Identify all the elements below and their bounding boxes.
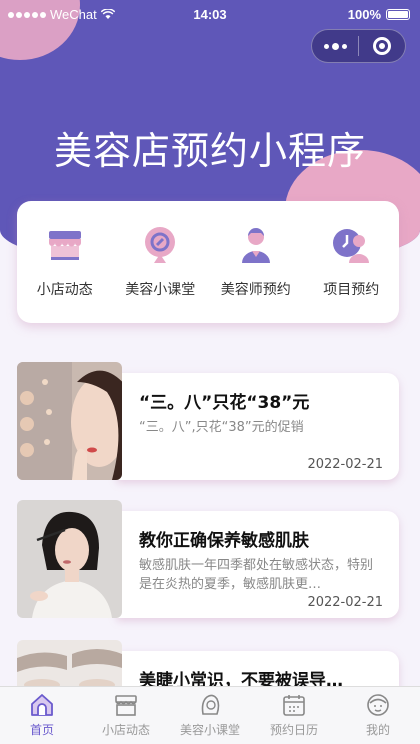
article-title: “三。八”只花“38”元 bbox=[139, 393, 310, 413]
article-title: 教你正确保养敏感肌肤 bbox=[139, 531, 309, 551]
tab-label: 美容小课堂 bbox=[179, 723, 240, 737]
article-thumbnail bbox=[17, 500, 122, 618]
tab-label: 首页 bbox=[29, 723, 54, 737]
article-item[interactable]: 教你正确保养敏感肌肤 敏感肌肤一年四季都处在敏感状态，特别是在炎热的夏季，敏感肌… bbox=[17, 500, 399, 618]
appointment-icon bbox=[333, 229, 370, 263]
tab-profile[interactable]: 我的 bbox=[336, 687, 420, 744]
tab-beauty-class[interactable]: 美容小课堂 bbox=[168, 687, 252, 744]
home-icon bbox=[31, 694, 53, 716]
class-icon bbox=[145, 227, 176, 263]
battery-percent: 100% bbox=[347, 7, 381, 22]
article-date: 2022-02-21 bbox=[307, 595, 383, 610]
class-tab-icon bbox=[201, 694, 220, 715]
menu-item-service-booking[interactable]: 项目预约 bbox=[304, 201, 400, 323]
profile-icon bbox=[367, 694, 389, 716]
miniprogram-capsule bbox=[311, 29, 406, 63]
menu-item-label: 小店动态 bbox=[36, 282, 93, 298]
battery-icon bbox=[386, 9, 410, 20]
close-miniprogram-button[interactable] bbox=[359, 37, 405, 55]
menu-item-shop-news[interactable]: 小店动态 bbox=[17, 201, 113, 323]
article-card: “三。八”只花“38”元 “三。八”,只花“38”元的促销 2022-02-21 bbox=[117, 373, 399, 480]
page-title: 美容店预约小程序 bbox=[53, 129, 366, 173]
more-options-button[interactable] bbox=[312, 42, 358, 50]
shop-icon bbox=[48, 231, 81, 260]
status-bar: WeChat 14:03 100% bbox=[0, 0, 420, 30]
menu-item-beauty-class[interactable]: 美容小课堂 bbox=[113, 201, 209, 323]
tab-bar: 首页 小店动态 美容小课堂 预约日历 我的 bbox=[0, 686, 420, 744]
article-description: 敏感肌肤一年四季都处在敏感状态，特别是在炎热的夏季，敏感肌肤更… bbox=[139, 558, 374, 592]
tab-label: 小店动态 bbox=[101, 723, 150, 737]
tab-shop-news[interactable]: 小店动态 bbox=[84, 687, 168, 744]
article-item[interactable]: “三。八”只花“38”元 “三。八”,只花“38”元的促销 2022-02-21 bbox=[17, 362, 399, 480]
tab-label: 我的 bbox=[365, 723, 390, 737]
menu-item-label: 美容小课堂 bbox=[125, 282, 196, 298]
shop-tab-icon bbox=[115, 695, 137, 716]
close-icon bbox=[373, 37, 391, 55]
menu-card: 小店动态 美容小课堂 美容师预约 项目预约 bbox=[17, 201, 399, 323]
tab-booking-calendar[interactable]: 预约日历 bbox=[252, 687, 336, 744]
menu-item-label: 项目预约 bbox=[323, 282, 380, 298]
calendar-icon bbox=[283, 695, 305, 716]
tab-label: 预约日历 bbox=[269, 723, 318, 737]
menu-item-label: 美容师预约 bbox=[220, 282, 291, 298]
menu-item-beautician-booking[interactable]: 美容师预约 bbox=[208, 201, 304, 323]
tab-home[interactable]: 首页 bbox=[0, 687, 84, 744]
article-description: “三。八”,只花“38”元的促销 bbox=[139, 420, 304, 435]
article-date: 2022-02-21 bbox=[307, 457, 383, 472]
article-thumbnail bbox=[17, 362, 122, 480]
article-card: 教你正确保养敏感肌肤 敏感肌肤一年四季都处在敏感状态，特别是在炎热的夏季，敏感肌… bbox=[117, 511, 399, 618]
beautician-icon bbox=[241, 228, 270, 263]
